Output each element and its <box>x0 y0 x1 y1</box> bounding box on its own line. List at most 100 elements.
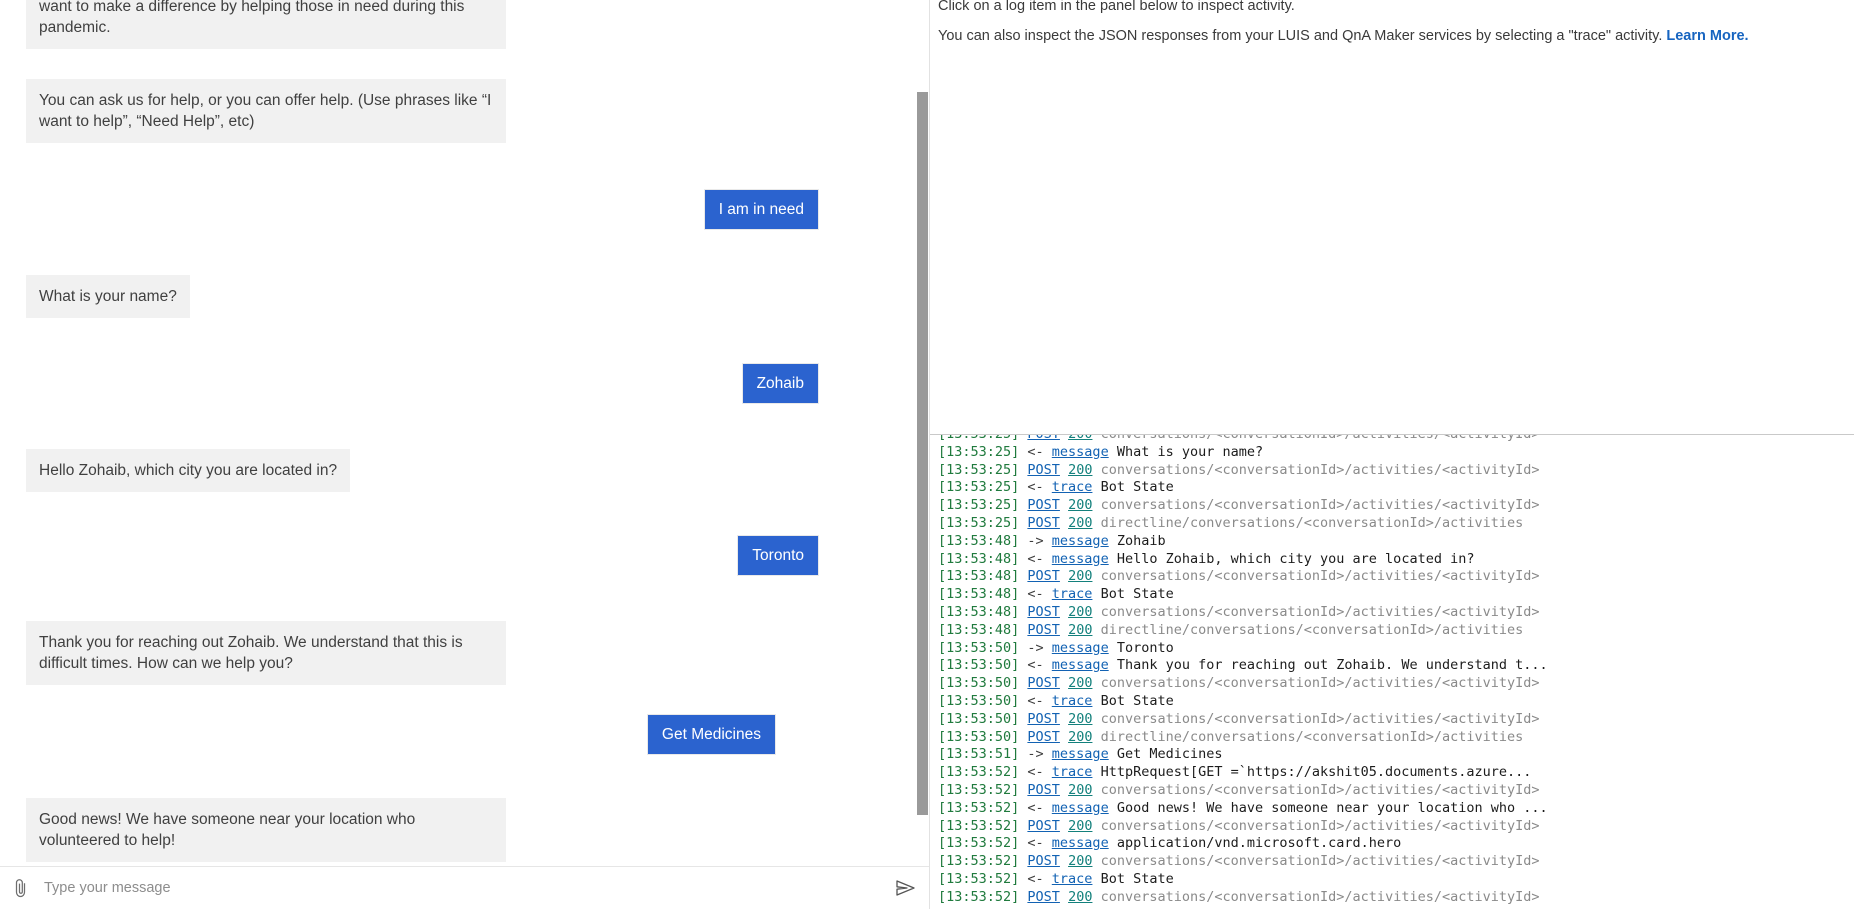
log-timestamp: [13:53:50] <box>938 710 1028 727</box>
log-http-method[interactable]: POST <box>1027 818 1060 834</box>
log-activity-type[interactable]: message <box>1052 551 1109 567</box>
log-http-status[interactable]: 200 <box>1068 853 1092 869</box>
log-direction-arrow: <- <box>1027 443 1052 460</box>
learn-more-link[interactable]: Learn More. <box>1666 28 1748 44</box>
log-http-method[interactable]: POST <box>1027 729 1060 745</box>
log-http-method[interactable]: POST <box>1027 604 1060 620</box>
log-line[interactable]: [13:53:52] POST 200 conversations/<conve… <box>938 782 1854 800</box>
emulator-window: We are a community that is committed to … <box>0 0 1854 909</box>
message-composer <box>0 866 929 909</box>
log-line[interactable]: [13:53:48] <- message Hello Zohaib, whic… <box>938 551 1854 569</box>
log-http-status[interactable]: 200 <box>1068 604 1092 620</box>
log-activity-type[interactable]: message <box>1052 640 1109 656</box>
log-activity-type[interactable]: message <box>1052 657 1109 673</box>
log-http-method[interactable]: POST <box>1027 711 1060 727</box>
log-url: directline/conversations/<conversationId… <box>1100 514 1524 531</box>
log-line[interactable]: [13:53:52] <- trace HttpRequest[GET =`ht… <box>938 764 1854 782</box>
log-url: directline/conversations/<conversationId… <box>1100 621 1524 638</box>
log-line[interactable]: [13:53:48] POST 200 conversations/<conve… <box>938 604 1854 622</box>
user-message-bubble: I am in need <box>704 190 818 229</box>
log-line[interactable]: [13:53:25] <- trace Bot State <box>938 479 1854 497</box>
log-activity-type[interactable]: trace <box>1052 764 1093 780</box>
chat-row-user: Zohaib <box>0 364 929 403</box>
send-icon[interactable] <box>882 879 929 897</box>
log-activity-type[interactable]: message <box>1052 800 1109 816</box>
log-line[interactable]: [13:53:52] <- trace Bot State <box>938 871 1854 889</box>
message-input[interactable] <box>40 880 882 896</box>
log-line[interactable]: [13:53:50] <- message Thank you for reac… <box>938 657 1854 675</box>
log-http-status[interactable]: 200 <box>1068 782 1092 798</box>
log-url: conversations/<conversationId>/activitie… <box>1100 888 1540 905</box>
log-http-method[interactable]: POST <box>1027 889 1060 905</box>
log-activity-type[interactable]: trace <box>1052 586 1093 602</box>
chat-scrollbar-thumb[interactable] <box>917 92 928 815</box>
log-http-status[interactable]: 200 <box>1068 515 1092 531</box>
log-activity-text: Thank you for reaching out Zohaib. We un… <box>1116 657 1548 674</box>
log-line[interactable]: [13:53:50] POST 200 directline/conversat… <box>938 729 1854 747</box>
log-line[interactable]: [13:53:50] POST 200 conversations/<conve… <box>938 711 1854 729</box>
log-http-method[interactable]: POST <box>1027 435 1060 442</box>
log-line[interactable]: [13:53:25] POST 200 conversations/<conve… <box>938 497 1854 515</box>
log-line[interactable]: [13:53:50] POST 200 conversations/<conve… <box>938 675 1854 693</box>
log-http-status[interactable]: 200 <box>1068 568 1092 584</box>
log-http-method[interactable]: POST <box>1027 568 1060 584</box>
log-http-status[interactable]: 200 <box>1068 711 1092 727</box>
chat-transcript-scroll[interactable]: We are a community that is committed to … <box>0 0 929 866</box>
log-line[interactable]: [13:53:48] -> message Zohaib <box>938 533 1854 551</box>
log-direction-arrow: <- <box>1027 479 1052 496</box>
log-lines-container: [13:53:25] POST 200 conversations/<conve… <box>930 435 1854 909</box>
log-line[interactable]: [13:53:51] -> message Get Medicines <box>938 746 1854 764</box>
chat-row-user: I am in need <box>0 190 929 229</box>
log-http-status[interactable]: 200 <box>1068 889 1092 905</box>
log-activity-type[interactable]: message <box>1052 533 1109 549</box>
inspector-panel: Click on a log item in the panel below t… <box>930 0 1854 909</box>
log-panel[interactable]: [13:53:25] POST 200 conversations/<conve… <box>930 435 1854 909</box>
log-http-method[interactable]: POST <box>1027 782 1060 798</box>
log-http-method[interactable]: POST <box>1027 853 1060 869</box>
log-http-status[interactable]: 200 <box>1068 729 1092 745</box>
log-line[interactable]: [13:53:52] <- message application/vnd.mi… <box>938 835 1854 853</box>
gap <box>0 685 929 715</box>
log-http-status[interactable]: 200 <box>1068 462 1092 478</box>
log-timestamp: [13:53:50] <box>938 675 1028 692</box>
log-line[interactable]: [13:53:48] POST 200 conversations/<conve… <box>938 568 1854 586</box>
bot-message-bubble: Good news! We have someone near your loc… <box>26 798 506 862</box>
log-http-status[interactable]: 200 <box>1068 497 1092 513</box>
paperclip-icon[interactable] <box>0 878 40 899</box>
log-line[interactable]: [13:53:48] POST 200 directline/conversat… <box>938 622 1854 640</box>
log-activity-type[interactable]: message <box>1052 746 1109 762</box>
log-line[interactable]: [13:53:52] <- message Good news! We have… <box>938 800 1854 818</box>
log-line[interactable]: [13:53:25] <- message What is your name? <box>938 444 1854 462</box>
log-http-method[interactable]: POST <box>1027 462 1060 478</box>
log-url: conversations/<conversationId>/activitie… <box>1100 497 1540 514</box>
log-url: directline/conversations/<conversationId… <box>1100 728 1524 745</box>
bot-message-bubble: What is your name? <box>26 275 190 318</box>
log-line[interactable]: [13:53:52] POST 200 conversations/<conve… <box>938 818 1854 836</box>
log-line[interactable]: [13:53:25] POST 200 directline/conversat… <box>938 515 1854 533</box>
log-activity-type[interactable]: trace <box>1052 871 1093 887</box>
log-line[interactable]: [13:53:50] -> message Toronto <box>938 640 1854 658</box>
log-line[interactable]: [13:53:48] <- trace Bot State <box>938 586 1854 604</box>
log-http-status[interactable]: 200 <box>1068 675 1092 691</box>
log-activity-type[interactable]: message <box>1052 444 1109 460</box>
log-line[interactable]: [13:53:25] POST 200 conversations/<conve… <box>938 435 1854 444</box>
log-http-status[interactable]: 200 <box>1068 622 1092 638</box>
chat-row-bot: Thank you for reaching out Zohaib. We un… <box>0 621 929 685</box>
log-http-status[interactable]: 200 <box>1068 435 1092 442</box>
log-line[interactable]: [13:53:52] POST 200 conversations/<conve… <box>938 853 1854 871</box>
log-http-method[interactable]: POST <box>1027 515 1060 531</box>
log-http-status[interactable]: 200 <box>1068 818 1092 834</box>
log-timestamp: [13:53:52] <box>938 781 1028 798</box>
log-activity-type[interactable]: trace <box>1052 693 1093 709</box>
log-line[interactable]: [13:53:52] POST 200 conversations/<conve… <box>938 889 1854 907</box>
log-http-method[interactable]: POST <box>1027 622 1060 638</box>
log-http-method[interactable]: POST <box>1027 675 1060 691</box>
log-timestamp: [13:53:52] <box>938 764 1028 781</box>
log-line[interactable]: [13:53:50] <- trace Bot State <box>938 693 1854 711</box>
log-http-method[interactable]: POST <box>1027 497 1060 513</box>
log-timestamp: [13:53:48] <box>938 568 1028 585</box>
log-activity-type[interactable]: trace <box>1052 479 1093 495</box>
log-activity-type[interactable]: message <box>1052 835 1109 851</box>
chat-scrollbar-track[interactable] <box>915 0 929 866</box>
log-line[interactable]: [13:53:25] POST 200 conversations/<conve… <box>938 462 1854 480</box>
